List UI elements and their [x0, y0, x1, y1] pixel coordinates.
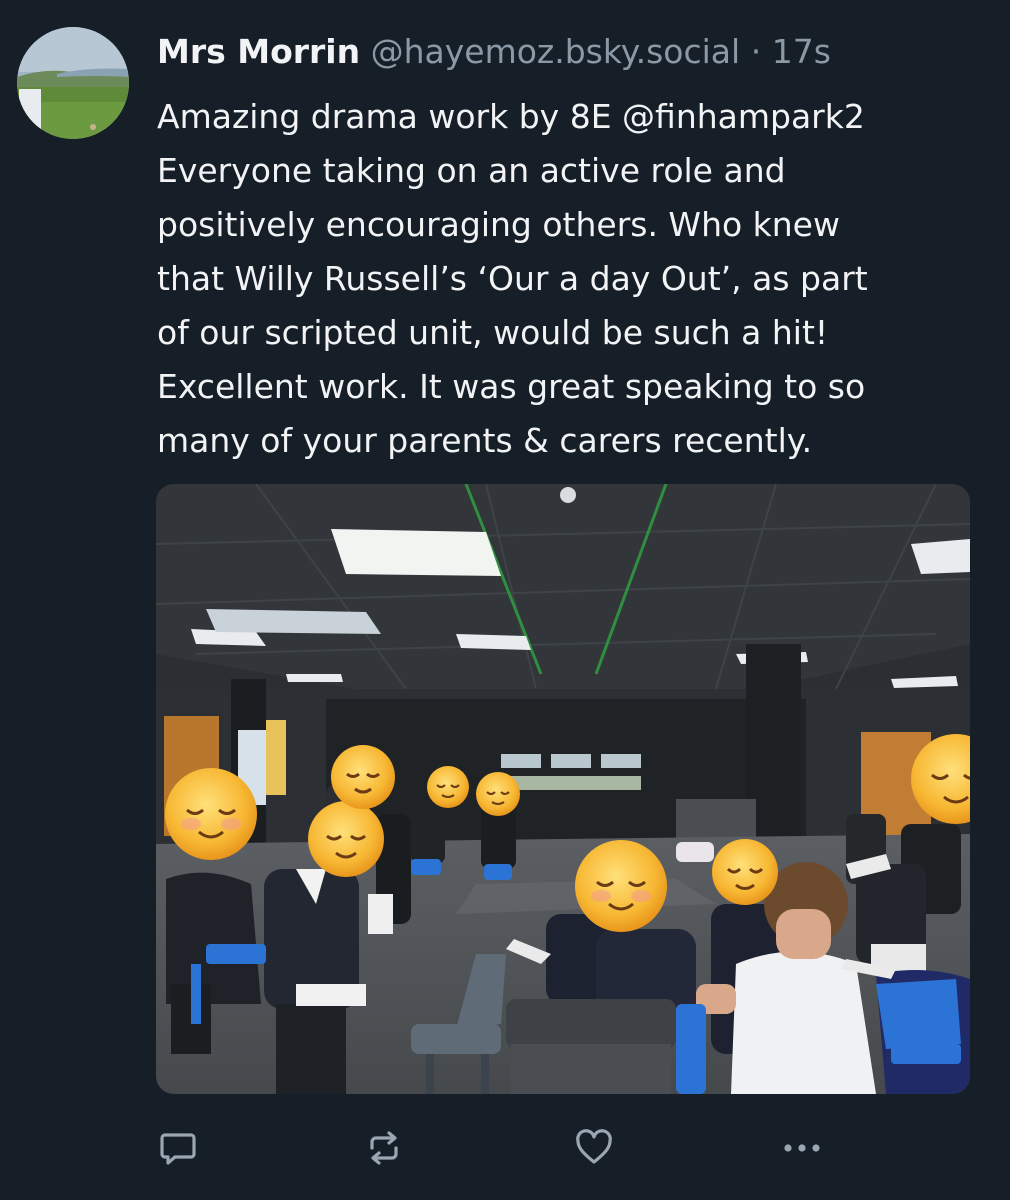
post-text-line: Excellent work. It was great speaking to… [157, 367, 866, 406]
post-text-line: that Willy Russell’s ‘Our a day Out’, as… [157, 259, 868, 298]
post-header: Mrs Morrin @hayemoz.bsky.social · 17s [157, 30, 831, 74]
post-text-line: of our scripted unit, would be such a hi… [157, 313, 829, 352]
post-action-bar [0, 1124, 1010, 1172]
heart-icon [576, 1129, 612, 1164]
author-display-name[interactable]: Mrs Morrin [157, 32, 360, 71]
post-photo[interactable] [156, 484, 970, 1094]
post-text-line: Everyone taking on an active role and [157, 151, 786, 190]
post-text-line: many of your parents & carers recently. [157, 421, 813, 460]
repost-button[interactable] [360, 1124, 408, 1172]
more-options-button[interactable] [778, 1124, 826, 1172]
mention-link[interactable]: @finhampark2 [622, 97, 865, 136]
post-text-segment: Amazing drama work by 8E [157, 97, 623, 136]
post-text: Amazing drama work by 8E @finhampark2 Ev… [157, 90, 987, 468]
drama-classroom-photo [156, 484, 970, 1094]
speech-bubble-icon [160, 1133, 196, 1165]
author-avatar[interactable] [17, 27, 129, 139]
post-timestamp[interactable]: 17s [772, 32, 831, 71]
repost-arrows-icon [370, 1131, 398, 1165]
author-handle[interactable]: @hayemoz.bsky.social [371, 32, 741, 71]
like-button[interactable] [570, 1124, 618, 1172]
header-separator: · [750, 32, 762, 71]
post-text-line: Amazing drama work by 8E @finhampark2 [157, 90, 987, 144]
post[interactable]: Mrs Morrin @hayemoz.bsky.social · 17s Am… [0, 0, 1010, 1200]
post-text-line: positively encouraging others. Who knew [157, 205, 840, 244]
reply-button[interactable] [154, 1124, 202, 1172]
ellipsis-icon [784, 1144, 820, 1152]
avatar-landscape-image [17, 27, 129, 139]
